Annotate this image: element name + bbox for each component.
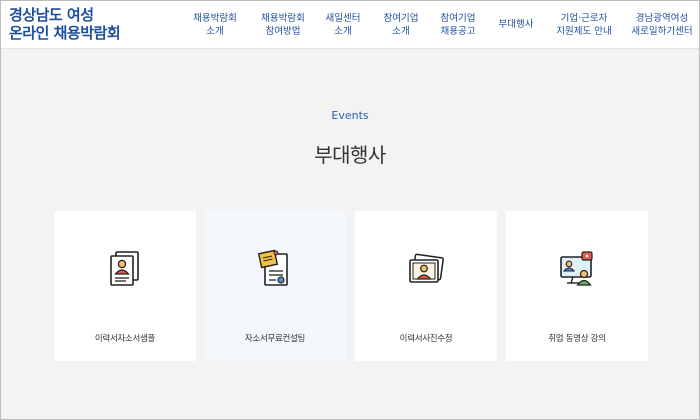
nav-item-center-intro[interactable]: 새일센터 소개 (326, 12, 361, 38)
logo-line-1: 경상남도 여성 (9, 6, 94, 24)
nav-item-gyeongnam-center[interactable]: 경남광역여성 새로일하기센터 (631, 12, 692, 38)
nav-label: 참여방법 (265, 26, 301, 37)
card-photo-edit[interactable]: 이력서사진수정 (355, 211, 497, 361)
nav-label: 소개 (392, 26, 410, 37)
nav-label: 부대행사 (498, 19, 534, 30)
nav-item-company-intro[interactable]: 참여기업 소개 (384, 12, 419, 38)
resume-icon (110, 251, 139, 286)
nav-item-job-postings[interactable]: 참여기업 채용공고 (441, 12, 476, 38)
page-title: 부대행사 (314, 143, 386, 167)
card-resume-sample[interactable]: 이력서자소서샘플 (54, 211, 196, 361)
nav-label: 채용박람회 (261, 13, 305, 24)
nav-label: 소개 (206, 26, 224, 37)
nav-label: 참여기업 (440, 13, 476, 24)
card-label: 이력서자소서샘플 (94, 334, 156, 344)
consulting-document-icon (257, 249, 288, 286)
nav-label: 채용박람회 (193, 13, 237, 24)
site-logo[interactable]: 경상남도 여성 온라인 채용박람회 (9, 6, 121, 42)
nav-label: 참여기업 (383, 13, 419, 24)
nav-label: 새로일하기센터 (631, 26, 693, 37)
card-label: 취업 동영상 강의 (548, 334, 606, 344)
nav-label: 새일센터 (325, 13, 361, 24)
photo-edit-icon (409, 253, 444, 283)
card-video-lecture[interactable]: 취업 동영상 강의 (506, 211, 648, 361)
nav-item-participation[interactable]: 채용박람회 참여방법 (261, 12, 305, 38)
nav-label: 소개 (334, 26, 352, 37)
section-subtitle: Events (331, 109, 369, 122)
video-lecture-icon (560, 251, 593, 286)
card-cover-letter-consulting[interactable]: 자소서무료컨설팅 (204, 211, 346, 361)
nav-label: 경남광역여성 (635, 13, 689, 24)
card-label: 자소서무료컨설팅 (244, 334, 306, 344)
logo-line-2: 온라인 채용박람회 (9, 24, 121, 42)
nav-label: 지원제도 안내 (556, 26, 612, 37)
nav-label: 기업·근로자 (560, 13, 608, 24)
nav-item-events[interactable]: 부대행사 (499, 18, 534, 31)
nav-item-support-info[interactable]: 기업·근로자 지원제도 안내 (556, 12, 611, 38)
nav-label: 채용공고 (440, 26, 476, 37)
nav-item-fair-intro[interactable]: 채용박람회 소개 (193, 12, 237, 38)
card-label: 이력서사진수정 (399, 334, 453, 344)
site-header: 경상남도 여성 온라인 채용박람회 채용박람회 소개 채용박람회 참여방법 새일… (1, 1, 699, 49)
